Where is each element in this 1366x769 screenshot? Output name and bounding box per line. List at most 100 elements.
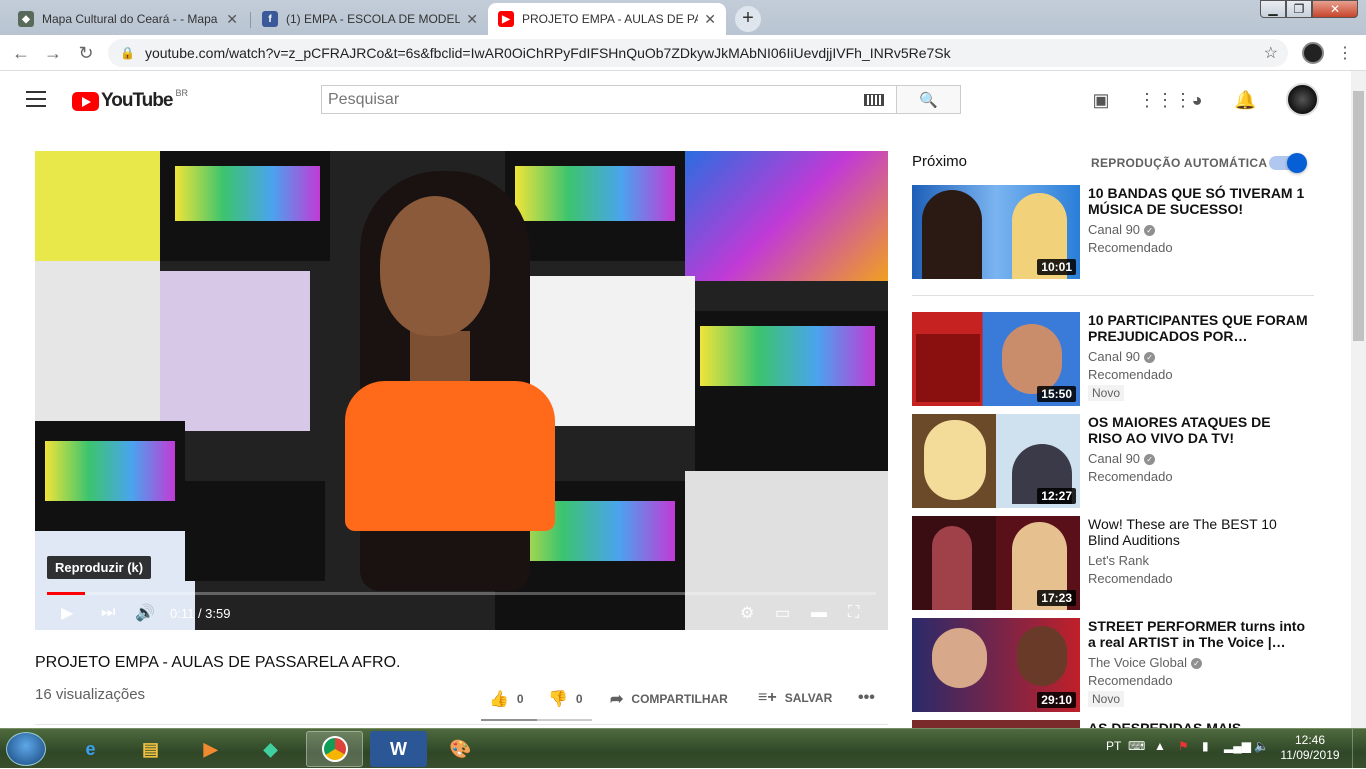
action-center-icon[interactable]: ⚑ xyxy=(1178,739,1189,753)
chrome-taskbar-icon[interactable] xyxy=(306,731,363,767)
save-button[interactable]: ≡+ SALVAR xyxy=(758,689,832,707)
paint-icon[interactable]: 🎨 xyxy=(432,731,489,767)
video-meta: Recomendado xyxy=(1088,240,1173,255)
search-input[interactable] xyxy=(322,86,864,113)
address-bar-row: ← → ↻ 🔒 youtube.com/watch?v=z_pCFRAJRCo&… xyxy=(0,35,1366,71)
user-avatar[interactable] xyxy=(1286,83,1319,116)
hamburger-menu-icon[interactable] xyxy=(26,91,46,112)
dislike-button[interactable]: 👎 0 xyxy=(548,689,583,709)
channel-name[interactable]: Canal 90 ✓ xyxy=(1088,222,1156,237)
video-thumbnail[interactable]: 29:10 xyxy=(912,618,1080,712)
video-title[interactable]: OS MAIORES ATAQUES DE RISO AO VIVO DA TV… xyxy=(1088,414,1308,446)
recommended-video[interactable]: 15:50 10 PARTICIPANTES QUE FORAM PREJUDI… xyxy=(912,312,1332,406)
video-title: PROJETO EMPA - AULAS DE PASSARELA AFRO. xyxy=(35,654,401,671)
settings-gear-icon[interactable]: ⚙ xyxy=(740,603,754,623)
tab-mapa-cultural[interactable]: ◆ Mapa Cultural do Ceará - - Mapa ✕ xyxy=(8,3,248,35)
keyboard-icon[interactable] xyxy=(864,93,884,106)
youtube-logo[interactable]: YouTube BR xyxy=(72,88,188,112)
recommended-video[interactable]: 12:27 OS MAIORES ATAQUES DE RISO AO VIVO… xyxy=(912,414,1332,508)
tab-facebook-empa[interactable]: f (1) EMPA - ESCOLA DE MODELOS ✕ xyxy=(252,3,488,35)
tab-close-icon[interactable]: ✕ xyxy=(226,11,238,28)
messages-icon[interactable]: ◕ xyxy=(1186,89,1208,111)
url-omnibox[interactable]: 🔒 youtube.com/watch?v=z_pCFRAJRCo&t=6s&f… xyxy=(108,39,1288,67)
play-icon[interactable]: ▶ xyxy=(61,603,73,623)
url-text: youtube.com/watch?v=z_pCFRAJRCo&t=6s&fbc… xyxy=(144,45,951,61)
search-button[interactable]: 🔍 xyxy=(896,85,961,114)
video-title[interactable]: 10 BANDAS QUE SÓ TIVERAM 1 MÚSICA DE SUC… xyxy=(1088,185,1308,217)
close-window-button[interactable]: ✕ xyxy=(1312,0,1358,18)
time-display: 0:11 / 3:59 xyxy=(170,606,231,621)
tab-title: (1) EMPA - ESCOLA DE MODELOS xyxy=(286,12,461,26)
network-signal-icon[interactable]: ▂▄▆ xyxy=(1224,739,1251,753)
more-actions-icon[interactable]: ••• xyxy=(858,689,875,707)
player-controls: ▶ ⏭ 🔊 0:11 / 3:59 ⚙ ▭ ▬ ⛶ xyxy=(35,596,888,630)
chrome-profile-avatar[interactable] xyxy=(1302,42,1324,64)
minimize-button[interactable]: ▁ xyxy=(1260,0,1286,18)
media-player-icon[interactable]: ▶ xyxy=(182,731,239,767)
word-icon[interactable]: W xyxy=(370,731,427,767)
new-tab-button[interactable]: + xyxy=(735,6,761,32)
channel-name[interactable]: Canal 90 ✓ xyxy=(1088,349,1156,364)
video-thumbnail[interactable]: 15:50 xyxy=(912,312,1080,406)
keyboard-tray-icon[interactable]: ⌨ xyxy=(1128,739,1145,753)
system-clock[interactable]: 12:46 11/09/2019 xyxy=(1280,733,1340,763)
create-video-icon[interactable]: ▣ xyxy=(1090,89,1112,111)
video-meta: Recomendado xyxy=(1088,673,1173,688)
presenter-figure xyxy=(265,171,565,630)
video-title[interactable]: AS DESPEDIDAS MAIS… xyxy=(1088,720,1308,728)
video-title[interactable]: 10 PARTICIPANTES QUE FORAM PREJUDICADOS … xyxy=(1088,312,1308,344)
video-progress-bar[interactable] xyxy=(47,592,876,595)
theater-mode-icon[interactable]: ▬ xyxy=(811,604,827,622)
next-video-icon[interactable]: ⏭ xyxy=(101,604,115,622)
channel-name[interactable]: The Voice Global ✓ xyxy=(1088,655,1203,670)
language-indicator[interactable]: PT xyxy=(1106,739,1121,753)
clock-time: 12:46 xyxy=(1294,733,1326,747)
windows-start-button[interactable] xyxy=(6,732,46,766)
fullscreen-icon[interactable]: ⛶ xyxy=(848,604,859,622)
share-label: COMPARTILHAR xyxy=(631,692,728,706)
back-arrow-icon[interactable]: ← xyxy=(10,42,32,64)
recommended-video[interactable]: 17:23 Wow! These are The BEST 10 Blind A… xyxy=(912,516,1332,610)
video-thumbnail[interactable]: 17:23 xyxy=(912,516,1080,610)
video-duration: 17:23 xyxy=(1037,590,1076,606)
volume-icon[interactable]: 🔊 xyxy=(135,603,155,623)
channel-name[interactable]: Let's Rank xyxy=(1088,553,1149,568)
power-icon[interactable]: ▮ xyxy=(1202,739,1209,753)
like-ratio-bar xyxy=(481,719,592,721)
recommended-video[interactable]: 10:01 10 BANDAS QUE SÓ TIVERAM 1 MÚSICA … xyxy=(912,185,1332,279)
tab-close-icon[interactable]: ✕ xyxy=(704,11,716,28)
share-arrow-icon: ➦ xyxy=(610,691,624,708)
apps-grid-icon[interactable]: ⋮⋮⋮ xyxy=(1138,89,1192,111)
channel-name[interactable]: Canal 90 ✓ xyxy=(1088,451,1156,466)
like-count: 0 xyxy=(516,692,524,706)
video-thumbnail[interactable] xyxy=(912,720,1080,728)
tab-title: Mapa Cultural do Ceará - - Mapa xyxy=(42,12,218,26)
show-hidden-icons-icon[interactable]: ▲ xyxy=(1154,739,1166,753)
notifications-bell-icon[interactable]: 🔔 xyxy=(1234,89,1256,111)
tab-title: PROJETO EMPA - AULAS DE PAS xyxy=(522,12,699,26)
volume-tray-icon[interactable]: 🔈 xyxy=(1254,739,1269,753)
autoplay-toggle[interactable] xyxy=(1269,153,1307,173)
share-button[interactable]: ➦ COMPARTILHAR xyxy=(610,689,728,709)
like-button[interactable]: 👍 0 xyxy=(489,689,524,709)
maximize-button[interactable]: ❐ xyxy=(1286,0,1312,18)
video-player[interactable]: Reproduzir (k) ▶ ⏭ 🔊 0:11 / 3:59 ⚙ ▭ ▬ ⛶ xyxy=(35,151,888,630)
video-thumbnail[interactable]: 12:27 xyxy=(912,414,1080,508)
video-thumbnail[interactable]: 10:01 xyxy=(912,185,1080,279)
miniplayer-icon[interactable]: ▭ xyxy=(775,603,790,623)
video-title[interactable]: STREET PERFORMER turns into a real ARTIS… xyxy=(1088,618,1308,650)
tab-close-icon[interactable]: ✕ xyxy=(466,11,478,28)
internet-explorer-icon[interactable]: e xyxy=(62,731,119,767)
bookmark-star-icon[interactable]: ☆ xyxy=(1264,43,1278,63)
video-title[interactable]: Wow! These are The BEST 10 Blind Auditio… xyxy=(1088,516,1308,548)
show-desktop-button[interactable] xyxy=(1352,729,1366,769)
filmora-icon[interactable]: ◆ xyxy=(242,731,299,767)
forward-arrow-icon[interactable]: → xyxy=(42,42,64,64)
tab-youtube-active[interactable]: ▶ PROJETO EMPA - AULAS DE PAS ✕ xyxy=(488,3,726,35)
recommended-video[interactable]: 29:10 STREET PERFORMER turns into a real… xyxy=(912,618,1332,712)
page-scrollbar[interactable] xyxy=(1351,71,1366,728)
chrome-menu-icon[interactable]: ⋮ xyxy=(1337,43,1353,63)
recommended-video[interactable]: AS DESPEDIDAS MAIS… xyxy=(912,720,1332,728)
file-explorer-icon[interactable]: ▤ xyxy=(122,731,179,767)
reload-icon[interactable]: ↻ xyxy=(75,42,97,64)
